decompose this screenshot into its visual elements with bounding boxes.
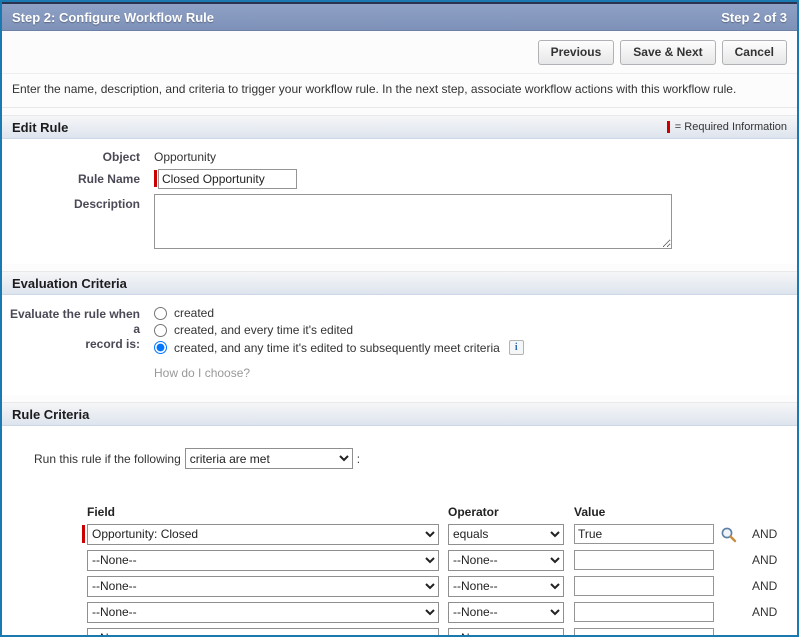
conjunction-label: AND — [752, 553, 778, 567]
description-textarea[interactable] — [154, 194, 672, 249]
value-input-4[interactable] — [574, 602, 714, 622]
criteria-row-1: Opportunity: Closed equals True AND — [82, 523, 797, 545]
workflow-rule-wizard: Step 2: Configure Workflow Rule Step 2 o… — [0, 0, 799, 637]
operator-column-header: Operator — [448, 505, 499, 519]
run-rule-label: Run this rule if the following — [34, 451, 181, 466]
field-select-5[interactable]: --None-- — [87, 627, 439, 635]
option-created[interactable]: created — [154, 306, 524, 320]
description-label: Description — [73, 197, 140, 211]
required-legend-text: = Required Information — [674, 121, 787, 133]
rule-criteria-section-header: Rule Criteria — [2, 402, 797, 426]
option-created-subsequently-meet[interactable]: created, and any time it's edited to sub… — [154, 340, 524, 355]
value-input-1[interactable] — [574, 524, 714, 544]
run-rule-suffix: : — [356, 451, 361, 466]
field-select-3[interactable]: --None-- — [87, 575, 439, 597]
object-row: Object Opportunity — [2, 147, 797, 164]
evaluation-options: created created, and every time it's edi… — [154, 303, 524, 380]
description-row: Description — [2, 194, 797, 249]
required-indicator-icon — [82, 525, 85, 543]
value-input-3[interactable] — [574, 576, 714, 596]
criteria-row-5: --None-- --None-- — [87, 627, 797, 635]
option-created-every-edit[interactable]: created, and every time it's edited — [154, 323, 524, 337]
lookup-magnifier-icon[interactable] — [720, 526, 737, 543]
criteria-row-2: --None-- --None-- AND — [87, 549, 797, 571]
edit-rule-section-header: Edit Rule = Required Information — [2, 115, 797, 139]
conjunction-label: AND — [752, 605, 778, 619]
evaluation-criteria-body: Evaluate the rule when a record is: crea… — [2, 295, 797, 395]
conjunction-label: AND — [752, 527, 778, 541]
required-info-legend: = Required Information — [666, 121, 787, 133]
operator-select-2[interactable]: --None-- — [448, 549, 564, 571]
criteria-filter-table: Field Operator Value Opportunity: Closed… — [82, 505, 797, 635]
radio-created-every-edit[interactable] — [154, 323, 167, 337]
field-select-1[interactable]: Opportunity: Closed — [87, 523, 439, 545]
criteria-row-3: --None-- --None-- AND — [87, 575, 797, 597]
edit-rule-body: Object Opportunity Rule Name Description — [2, 139, 797, 264]
object-value: Opportunity — [154, 150, 217, 164]
rule-name-input[interactable] — [158, 169, 297, 189]
wizard-button-row: Previous Save & Next Cancel — [2, 31, 797, 73]
cancel-button[interactable]: Cancel — [721, 40, 787, 65]
run-rule-row: Run this rule if the following criteria … — [2, 434, 797, 469]
radio-created-subsequently-meet[interactable] — [154, 341, 167, 354]
rule-name-label: Rule Name — [77, 172, 140, 186]
value-column-header: Value — [574, 505, 606, 519]
edit-rule-title: Edit Rule — [12, 119, 69, 135]
value-input-5[interactable] — [574, 628, 714, 635]
field-column-header: Field — [87, 505, 116, 519]
wizard-title-bar: Step 2: Configure Workflow Rule Step 2 o… — [2, 2, 797, 31]
required-indicator-icon — [154, 170, 157, 187]
evaluation-criteria-title: Evaluation Criteria — [12, 275, 127, 291]
intro-text: Enter the name, description, and criteri… — [2, 73, 797, 108]
criteria-mode-select[interactable]: criteria are met — [184, 448, 353, 469]
info-icon[interactable]: i — [508, 340, 524, 355]
object-label: Object — [102, 150, 140, 164]
previous-button[interactable]: Previous — [537, 40, 615, 65]
operator-select-1[interactable]: equals — [448, 523, 564, 545]
how-do-i-choose-link[interactable]: How do I choose? — [154, 366, 524, 380]
evaluation-criteria-section-header: Evaluation Criteria — [2, 271, 797, 295]
field-select-4[interactable]: --None-- — [87, 601, 439, 623]
radio-created[interactable] — [154, 306, 167, 320]
save-and-next-button[interactable]: Save & Next — [620, 40, 716, 65]
evaluate-rule-label: Evaluate the rule when a record is: — [9, 307, 140, 351]
operator-select-3[interactable]: --None-- — [448, 575, 564, 597]
value-input-2[interactable] — [574, 550, 714, 570]
step-indicator: Step 2 of 3 — [721, 9, 787, 25]
criteria-row-4: --None-- --None-- AND — [87, 601, 797, 623]
operator-select-4[interactable]: --None-- — [448, 601, 564, 623]
criteria-header-row: Field Operator Value — [87, 505, 797, 519]
rule-name-row: Rule Name — [2, 169, 797, 189]
required-indicator-icon — [666, 121, 670, 133]
rule-criteria-title: Rule Criteria — [12, 406, 90, 422]
rule-criteria-body: Run this rule if the following criteria … — [2, 426, 797, 635]
operator-select-5[interactable]: --None-- — [448, 627, 564, 635]
field-select-2[interactable]: --None-- — [87, 549, 439, 571]
page-title: Step 2: Configure Workflow Rule — [12, 9, 214, 25]
conjunction-label: AND — [752, 579, 778, 593]
